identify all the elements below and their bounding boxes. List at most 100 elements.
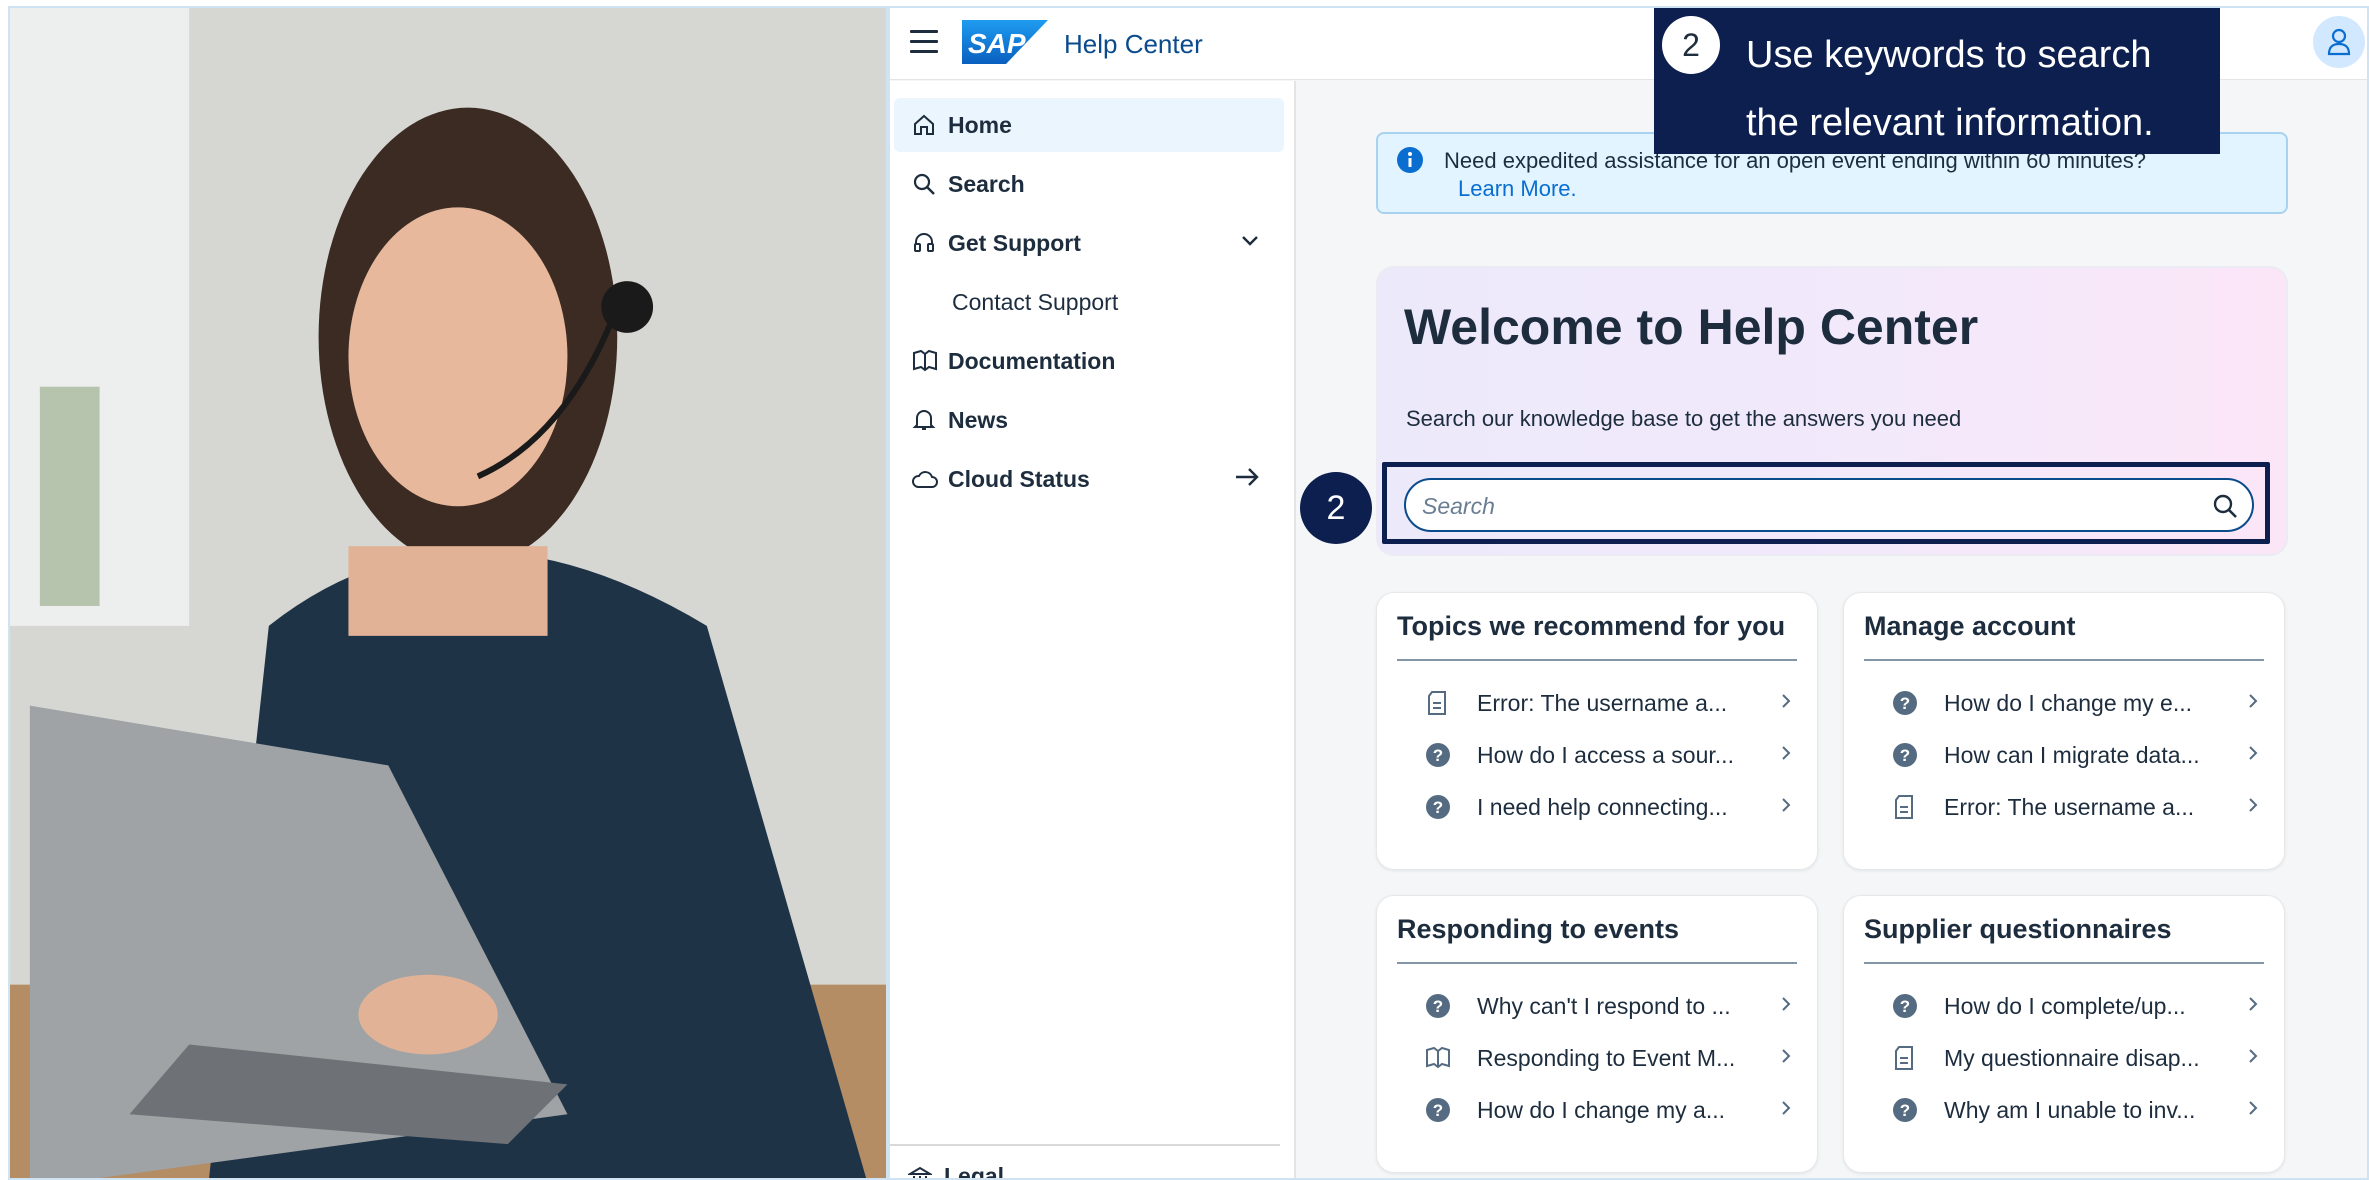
support-agent-photo [8,6,888,1180]
card-link-text: Error: The username a... [1477,689,1728,716]
card-link-text: How do I access a sour... [1477,741,1734,768]
nav-item-home[interactable]: Home [894,98,1284,152]
svg-text:?: ? [1900,694,1910,713]
welcome-title: Welcome to Help Center [1404,299,1979,355]
card-link-text: Why am I unable to inv... [1944,1096,2196,1123]
nav-item-news[interactable]: News [894,393,1284,447]
svg-text:?: ? [1433,746,1443,765]
document-icon [1892,1045,1944,1071]
search-icon [912,172,948,196]
chevron-right-icon [1777,1046,1795,1071]
svg-text:?: ? [1433,798,1443,817]
nav-label: News [948,406,1009,433]
card-link-item[interactable]: Responding to Event M... [1425,1038,1795,1078]
card-divider [1864,962,2264,964]
svg-text:?: ? [1433,997,1443,1016]
card-divider [1864,659,2264,661]
card-link-item[interactable]: ? How do I change my e... [1892,683,2262,723]
search-icon[interactable] [2212,493,2238,524]
callout-text-line-1: Use keywords to search [1746,34,2152,76]
chevron-right-icon [2244,1098,2262,1123]
card-link-item[interactable]: ? How do I complete/up... [1892,986,2262,1026]
card-link-item[interactable]: ? Why am I unable to inv... [1892,1090,2262,1130]
instruction-callout: 2 Use keywords to search the relevant in… [1654,8,2220,154]
card-link-item[interactable]: ? I need help connecting... [1425,787,1795,827]
sap-logo: SAP [962,20,1048,64]
nav-label: Legal [944,1163,1005,1180]
side-navigation: Home Search Get Support Contact Support … [890,81,1296,1180]
nav-item-legal[interactable]: Legal [908,1163,1005,1180]
card-divider [1397,659,1797,661]
cloud-icon [912,468,948,490]
card-link-text: How do I complete/up... [1944,992,2186,1019]
nav-label: Home [948,111,1012,138]
nav-item-documentation[interactable]: Documentation [894,334,1284,388]
question-icon: ? [1892,690,1944,716]
card-link-text: Responding to Event M... [1477,1044,1736,1071]
card-link-item[interactable]: ? How do I access a sour... [1425,735,1795,775]
welcome-subtitle: Search our knowledge base to get the ans… [1406,406,1962,431]
home-icon [912,113,948,137]
arrow-right-icon[interactable] [1234,466,1260,494]
info-icon [1396,146,1424,179]
card-link-text: I need help connecting... [1477,793,1728,820]
card-responding-to-events: Responding to events? Why can't I respond… [1376,895,1818,1173]
card-link-text: How do I change my e... [1944,689,2193,716]
search-input[interactable] [1422,490,2182,522]
card-link-item[interactable]: ? How can I migrate data... [1892,735,2262,775]
nav-item-cloud-status[interactable]: Cloud Status [894,452,1284,506]
question-icon: ? [1425,1097,1477,1123]
card-link-item[interactable]: My questionnaire disap... [1892,1038,2262,1078]
card-link-text: Why can't I respond to ... [1477,992,1731,1019]
nav-label: Documentation [948,347,1116,374]
menu-icon[interactable] [910,30,938,54]
nav-label: Get Support [948,229,1081,256]
callout-text-line-2: the relevant information. [1746,102,2154,144]
card-link-text: How can I migrate data... [1944,741,2200,768]
svg-text:?: ? [1900,997,1910,1016]
nav-subitem-contact-support[interactable]: Contact Support [952,289,1118,316]
institution-icon [908,1165,932,1178]
svg-text:?: ? [1900,1101,1910,1120]
question-icon: ? [1892,993,1944,1019]
card-link-text: My questionnaire disap... [1944,1044,2200,1071]
card-link-item[interactable]: ? How do I change my a... [1425,1090,1795,1130]
chevron-right-icon [1777,1098,1795,1123]
book-icon [1425,1046,1477,1070]
chevron-right-icon [1777,743,1795,768]
svg-text:?: ? [1900,746,1910,765]
chevron-right-icon [1777,691,1795,716]
document-icon [1425,690,1477,716]
chevron-right-icon [2244,691,2262,716]
search-field[interactable] [1404,478,2254,532]
bell-icon [912,408,948,432]
card-title: Topics we recommend for you [1397,611,1786,641]
card-title: Responding to events [1397,914,1680,944]
help-center-app: SAP Help Center Home Search Get Support … [888,6,2369,1180]
question-icon: ? [1425,993,1477,1019]
nav-item-search[interactable]: Search [894,157,1284,211]
nav-label: Search [948,170,1025,197]
chevron-right-icon [2244,795,2262,820]
svg-text:?: ? [1433,1101,1443,1120]
nav-item-get-support[interactable]: Get Support [894,216,1284,270]
chevron-right-icon [2244,743,2262,768]
card-link-text: How do I change my a... [1477,1096,1726,1123]
card-link-item[interactable]: ? Why can't I respond to ... [1425,986,1795,1026]
chevron-down-icon[interactable] [1240,230,1260,257]
card-topics-recommended: Topics we recommend for you Error: The us… [1376,592,1818,870]
step-badge: 2 [1300,472,1372,544]
card-link-text: Error: The username a... [1944,793,2195,820]
chevron-right-icon [2244,994,2262,1019]
chevron-right-icon [2244,1046,2262,1071]
card-link-item[interactable]: Error: The username a... [1892,787,2262,827]
user-avatar[interactable] [2313,16,2365,68]
learn-more-link[interactable]: Learn More. [1458,176,1577,202]
user-icon [2327,28,2351,56]
chevron-right-icon [1777,994,1795,1019]
book-icon [912,349,948,373]
card-link-item[interactable]: Error: The username a... [1425,683,1795,723]
question-icon: ? [1892,742,1944,768]
headset-icon [912,231,948,255]
card-supplier-questionnaires: Supplier questionnaires? How do I complet… [1843,895,2285,1173]
